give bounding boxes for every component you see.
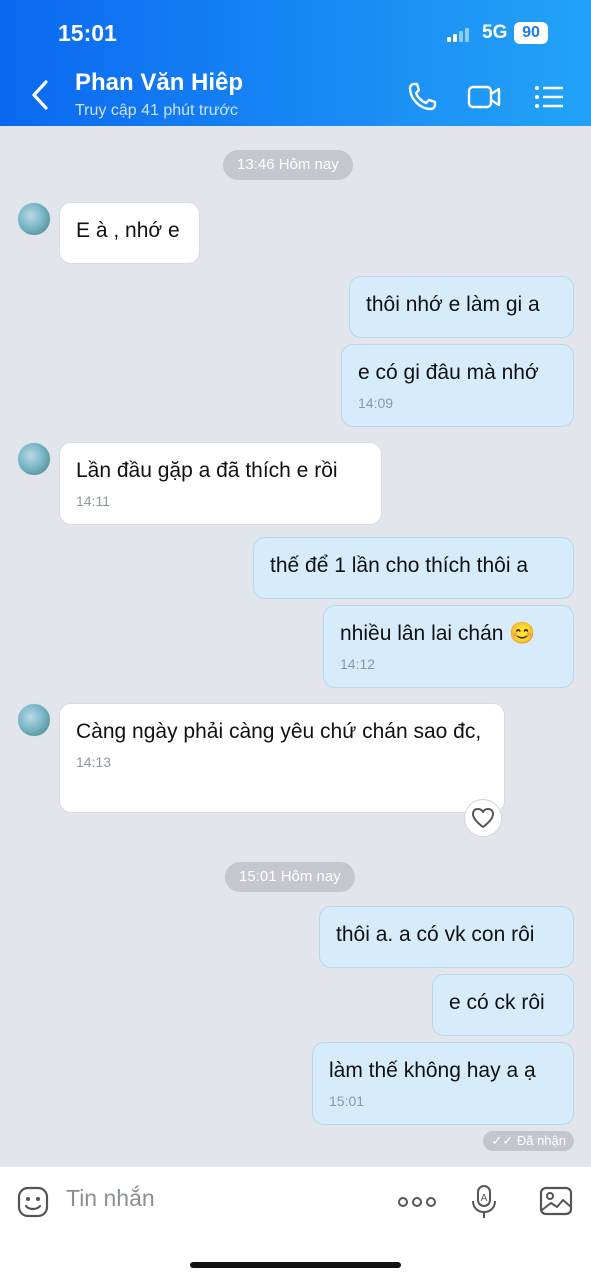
image-gallery-icon: [539, 1186, 573, 1216]
message-time: 15:01: [329, 1093, 365, 1109]
more-button[interactable]: [397, 1191, 437, 1213]
svg-text:A: A: [481, 1193, 488, 1204]
react-button[interactable]: [464, 799, 502, 837]
message-bubble-outgoing[interactable]: nhiều lân lai chán 😊 14:12: [323, 605, 574, 688]
message-text: thôi a. a có vk con rôi: [336, 923, 535, 946]
message-bubble-outgoing[interactable]: làm thế không hay a ạ 15:01: [312, 1042, 574, 1125]
home-indicator: [190, 1262, 401, 1268]
contact-last-seen: Truy cập 41 phút trước: [75, 102, 238, 119]
avatar[interactable]: [17, 202, 51, 236]
message-text: Càng ngày phải càng yêu chứ chán sao đc,: [76, 720, 482, 743]
message-text: thế để 1 lần cho thích thôi a: [270, 554, 529, 577]
status-time: 15:01: [58, 20, 117, 46]
chat-options-button[interactable]: [533, 80, 567, 114]
date-separator: 15:01 Hôm nay: [225, 862, 355, 892]
message-bubble-outgoing[interactable]: thôi nhớ e làm gi a: [349, 276, 574, 338]
delivery-status-badge: ✓✓ Đã nhận: [483, 1131, 574, 1151]
date-separator: 13:46 Hôm nay: [223, 150, 353, 180]
more-options-icon: [398, 1197, 436, 1207]
avatar[interactable]: [17, 442, 51, 476]
menu-list-icon: [535, 86, 563, 108]
voice-mic-icon: A: [472, 1185, 496, 1218]
message-bubble-outgoing[interactable]: e có gi đâu mà nhớ 14:09: [341, 344, 574, 427]
heart-outline-icon: [472, 808, 494, 828]
message-input[interactable]: Tin nhắn: [66, 1185, 155, 1212]
message-list[interactable]: 13:46 Hôm nay E à , nhớ e thôi nhớ e làm…: [0, 126, 591, 1166]
avatar[interactable]: [17, 703, 51, 737]
gallery-button[interactable]: [539, 1185, 573, 1217]
message-text: làm thế không hay a ạ: [329, 1059, 536, 1082]
message-bubble-incoming[interactable]: Lần đầu gặp a đã thích e rồi 14:11: [59, 442, 382, 525]
message-text: nhiều lân lai chán 😊: [340, 622, 536, 645]
emoji-sticker-icon: [17, 1186, 49, 1218]
battery-indicator: 90: [514, 22, 548, 44]
message-time: 14:12: [340, 656, 376, 672]
message-text: Lần đầu gặp a đã thích e rồi: [76, 459, 338, 482]
video-call-button[interactable]: [466, 80, 501, 114]
message-time: 14:09: [358, 395, 394, 411]
voice-input-button[interactable]: A: [469, 1183, 499, 1221]
message-bubble-outgoing[interactable]: thế để 1 lần cho thích thôi a: [253, 537, 574, 599]
message-time: 14:11: [76, 493, 110, 509]
back-chevron-icon: [32, 80, 48, 110]
contact-name[interactable]: Phan Văn Hiêp: [75, 69, 243, 97]
voice-call-button[interactable]: [405, 80, 439, 114]
phone-icon: [408, 82, 437, 111]
message-time: 14:13: [76, 754, 112, 770]
message-text: e có ck rôi: [449, 991, 545, 1014]
chat-header: 15:01 5G 90 Phan Văn Hiêp Truy cập 41 ph…: [0, 0, 591, 126]
message-bubble-incoming[interactable]: E à , nhớ e: [59, 202, 200, 264]
back-button[interactable]: [26, 78, 54, 112]
signal-strength-icon: [447, 26, 475, 42]
message-bubble-outgoing[interactable]: e có ck rôi: [432, 974, 574, 1036]
message-bubble-incoming[interactable]: Càng ngày phải càng yêu chứ chán sao đc,…: [59, 703, 505, 813]
message-text: E à , nhớ e: [76, 219, 180, 242]
message-text: e có gi đâu mà nhớ: [358, 361, 539, 384]
message-text: thôi nhớ e làm gi a: [366, 293, 540, 316]
emoji-button[interactable]: [16, 1185, 50, 1219]
network-type: 5G: [482, 22, 508, 43]
message-bubble-outgoing[interactable]: thôi a. a có vk con rôi: [319, 906, 574, 968]
video-call-icon: [467, 85, 501, 109]
